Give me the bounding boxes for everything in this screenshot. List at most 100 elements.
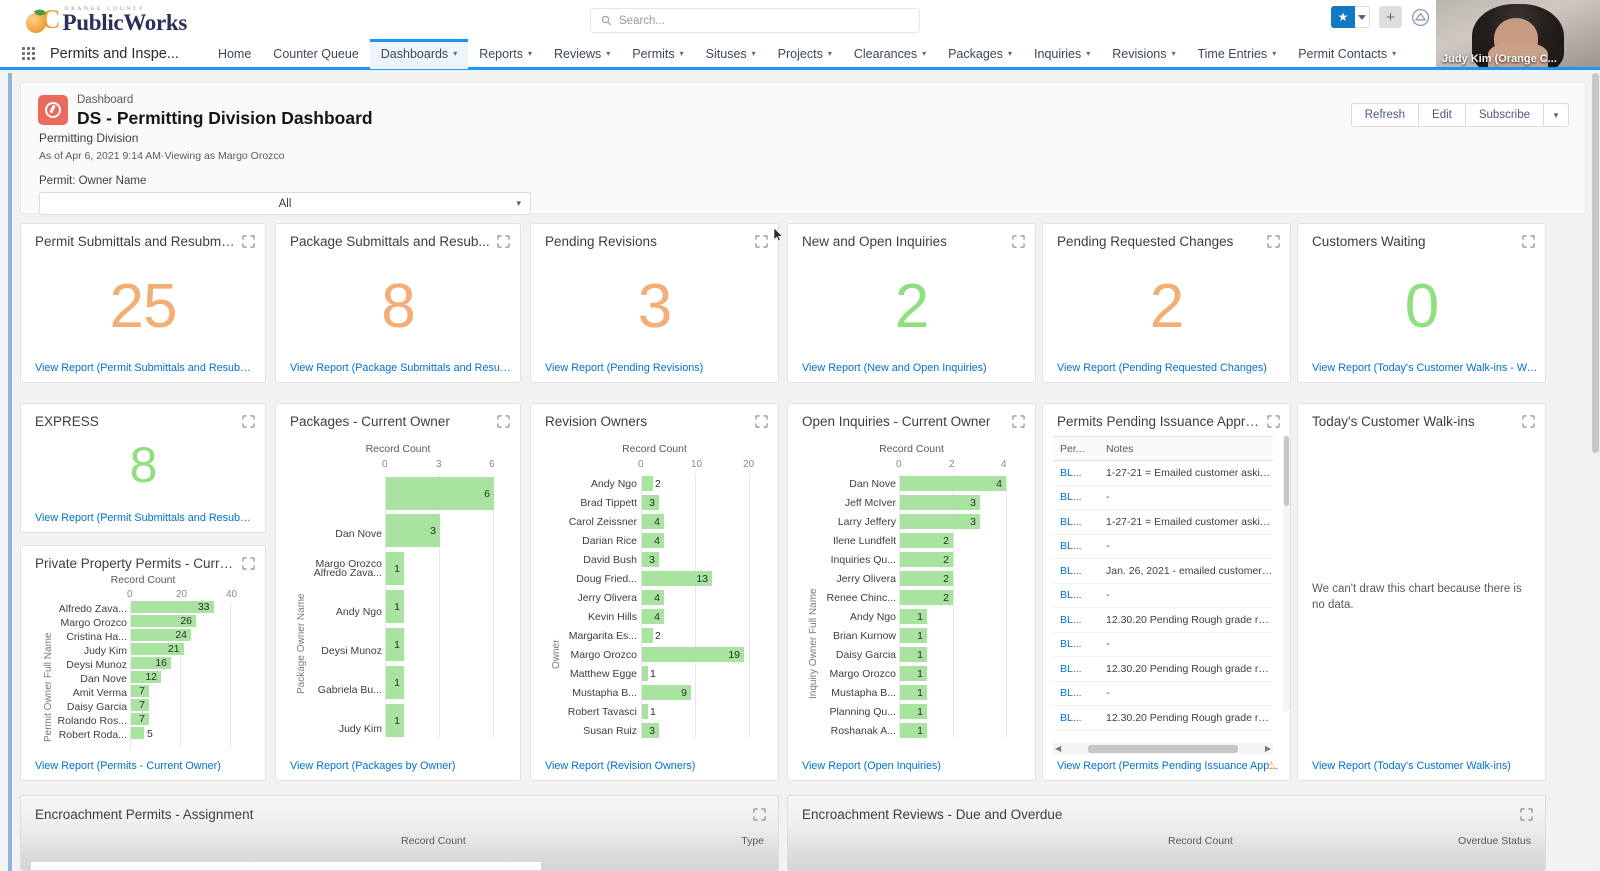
nav-item-packages[interactable]: Packages ▾ (937, 39, 1023, 69)
more-actions-button[interactable]: ▾ (1543, 103, 1569, 127)
bar[interactable]: 4 (642, 609, 664, 624)
scroll-right-arrow-icon[interactable]: ▶ (1265, 744, 1271, 753)
table-row[interactable]: BL... - (1053, 535, 1273, 559)
expand-icon[interactable] (1522, 415, 1535, 428)
chevron-down-icon[interactable]: ▾ (516, 198, 521, 209)
chevron-down-icon[interactable]: ▾ (453, 49, 457, 58)
column-header-notes[interactable]: Notes (1099, 443, 1273, 455)
view-report-link[interactable]: View Report (Packages by Owner) (290, 760, 455, 772)
bar[interactable] (642, 628, 653, 643)
cell-permit[interactable]: BL... (1053, 516, 1099, 528)
chevron-down-icon[interactable]: ▾ (1008, 49, 1012, 58)
scroll-thumb[interactable] (1592, 73, 1599, 453)
bar[interactable]: 7 (131, 685, 149, 697)
nav-item-dashboards[interactable]: Dashboards ▾ (369, 38, 469, 69)
bar[interactable]: 3 (386, 514, 440, 547)
metric-card-pending-revisions[interactable]: Pending Revisions 3 View Report (Pending… (530, 223, 779, 383)
cell-permit[interactable]: BL... (1053, 638, 1099, 650)
cell-permit[interactable]: BL... (1053, 663, 1099, 675)
expand-icon[interactable] (755, 415, 768, 428)
bar[interactable]: 4 (642, 590, 664, 605)
subscribe-button[interactable]: Subscribe (1464, 103, 1543, 127)
table-vertical-scrollbar[interactable] (1283, 436, 1290, 711)
bar[interactable]: 1 (900, 628, 927, 643)
bar[interactable]: 9 (642, 685, 691, 700)
bar[interactable]: 4 (900, 476, 1006, 491)
expand-icon[interactable] (753, 808, 766, 821)
chart-encroachment-reviews-due-overdue[interactable]: Encroachment Reviews - Due and Overdue R… (787, 795, 1546, 871)
view-report-link[interactable]: View Report (Open Inquiries) (802, 760, 941, 772)
cell-permit[interactable]: BL... (1053, 712, 1099, 724)
cell-permit[interactable]: BL... (1053, 589, 1099, 601)
view-report-link[interactable]: View Report (New and Open Inquiries) (802, 362, 987, 374)
chart-revision-owners[interactable]: Revision Owners Record Count 0 10 20 Own… (530, 403, 779, 781)
favorites-caret-icon[interactable] (1355, 6, 1370, 28)
bar[interactable] (642, 666, 648, 681)
bar[interactable]: 1 (900, 723, 927, 738)
chevron-down-icon[interactable]: ▾ (922, 49, 926, 58)
view-report-link[interactable]: View Report (Revision Owners) (545, 760, 695, 772)
cell-permit[interactable]: BL... (1053, 540, 1099, 552)
cell-permit[interactable]: BL... (1053, 491, 1099, 503)
bar[interactable]: 13 (642, 571, 712, 586)
table-horizontal-scrollbar[interactable]: ◀ ▶ (1053, 743, 1273, 754)
favorites-button[interactable]: ★ (1331, 6, 1370, 28)
chevron-down-icon[interactable]: ▾ (528, 49, 532, 58)
table-row[interactable]: BL... - (1053, 486, 1273, 510)
metric-card-package-submittals[interactable]: Package Submittals and Resub... 8 View R… (275, 223, 521, 383)
table-row[interactable]: BL... Jan. 26, 2021 - emailed customer ..… (1053, 559, 1273, 584)
table-permits-pending-issuance[interactable]: Permits Pending Issuance Appro... Per...… (1042, 403, 1291, 781)
chart-open-inquiries[interactable]: Open Inquiries - Current Owner Record Co… (787, 403, 1036, 781)
bar[interactable]: 21 (131, 643, 184, 655)
chart-todays-customer-walkins[interactable]: Today's Customer Walk-ins We can't draw … (1297, 403, 1546, 781)
bar[interactable]: 3 (642, 552, 659, 567)
table-row[interactable]: BL... 12.30.20 Pending Rough grade rel... (1053, 608, 1273, 633)
video-call-overlay[interactable]: Judy Kim (Orange C... (1436, 0, 1600, 67)
expand-icon[interactable] (497, 415, 510, 428)
chart-encroachment-permits-assignment[interactable]: Encroachment Permits - Assignment Record… (20, 795, 779, 871)
table-row[interactable]: BL... - (1053, 584, 1273, 608)
bar[interactable]: 1 (900, 685, 927, 700)
bar[interactable] (131, 727, 144, 739)
nav-item-reviews[interactable]: Reviews ▾ (543, 39, 621, 69)
bar[interactable]: 2 (900, 571, 953, 586)
bar[interactable]: 3 (900, 514, 980, 529)
bar[interactable]: 1 (900, 647, 927, 662)
warning-icon[interactable]: ⚠ (1266, 759, 1276, 772)
view-report-link[interactable]: View Report (Permit Submittals and Resub… (35, 512, 259, 524)
view-report-link[interactable]: View Report (Today's Customer Walk-ins -… (1312, 362, 1539, 374)
view-report-link[interactable]: View Report (Permits - Current Owner) (35, 760, 221, 772)
expand-icon[interactable] (1522, 235, 1535, 248)
bar[interactable]: 3 (642, 495, 659, 510)
view-report-link[interactable]: View Report (Package Submittals and Resu… (290, 362, 514, 374)
scroll-left-arrow-icon[interactable]: ◀ (1055, 744, 1061, 753)
view-report-link[interactable]: View Report (Permit Submittals and Resub… (35, 362, 259, 374)
expand-icon[interactable] (1520, 808, 1533, 821)
cell-permit[interactable]: BL... (1053, 687, 1099, 699)
bar[interactable]: 2 (900, 533, 953, 548)
view-report-link[interactable]: View Report (Today's Customer Walk-ins) (1312, 760, 1511, 772)
bar[interactable]: 24 (131, 629, 191, 641)
chart-packages-current-owner[interactable]: Packages - Current Owner Record Count 0 … (275, 403, 521, 781)
bar[interactable]: 2 (900, 552, 953, 567)
bar[interactable]: 6 (386, 477, 494, 510)
bar[interactable]: 19 (642, 647, 744, 662)
chevron-down-icon[interactable]: ▾ (680, 49, 684, 58)
view-report-link[interactable]: View Report (Permits Pending Issuance Ap… (1057, 760, 1278, 772)
nav-item-reports[interactable]: Reports ▾ (468, 39, 543, 69)
nav-item-home[interactable]: Home (207, 39, 262, 69)
bar[interactable]: 33 (131, 601, 214, 613)
table-row[interactable]: BL... 1-27-21 = Emailed customer askin... (1053, 510, 1273, 535)
table-row[interactable]: BL... 12.30.20 Pending Rough grade rel... (1053, 657, 1273, 682)
metric-card-new-open-inquiries[interactable]: New and Open Inquiries 2 View Report (Ne… (787, 223, 1036, 383)
bar[interactable]: 4 (642, 533, 664, 548)
expand-icon[interactable] (1012, 415, 1025, 428)
cell-permit[interactable]: BL... (1053, 614, 1099, 626)
scroll-thumb[interactable] (1088, 744, 1238, 753)
bar[interactable]: 1 (386, 590, 404, 623)
filter-owner-name-select[interactable]: All ▾ (39, 192, 531, 215)
bar[interactable] (642, 704, 648, 719)
nav-item-revisions[interactable]: Revisions ▾ (1101, 39, 1186, 69)
cell-permit[interactable]: BL... (1053, 565, 1099, 577)
nav-item-counter-queue[interactable]: Counter Queue (262, 39, 369, 69)
